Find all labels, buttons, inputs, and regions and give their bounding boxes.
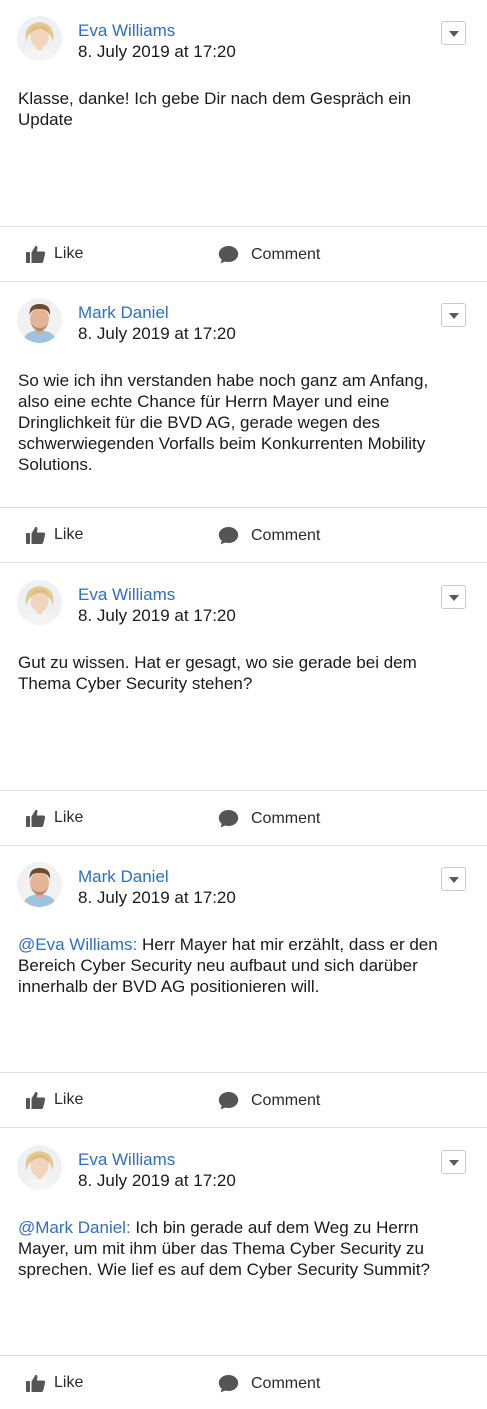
like-label: Like [54, 809, 84, 826]
divider [0, 1072, 487, 1073]
like-label: Like [54, 526, 84, 543]
like-button[interactable]: Like [26, 1374, 83, 1392]
feed-post: Mark Daniel 8. July 2019 at 17:20 So wie… [0, 282, 487, 564]
avatar-eva-williams[interactable] [17, 16, 62, 61]
thumbs-up-icon [26, 526, 46, 544]
speech-bubble-icon [218, 527, 239, 545]
author-name[interactable]: Eva Williams [78, 20, 175, 42]
chevron-down-icon [449, 313, 459, 319]
mention-link[interactable]: @Eva Williams: [18, 935, 137, 954]
comment-label: Comment [251, 245, 321, 263]
like-button[interactable]: Like [26, 809, 83, 827]
comment-button[interactable]: Comment [218, 1091, 320, 1110]
post-timestamp: 8. July 2019 at 17:20 [78, 888, 236, 907]
speech-bubble-icon [218, 1375, 239, 1393]
feed-post: Eva Williams 8. July 2019 at 17:20 @Mark… [0, 1129, 487, 1409]
chevron-down-icon [449, 1160, 459, 1166]
like-label: Like [54, 1091, 84, 1108]
post-body: Gut zu wissen. Hat er gesagt, wo sie ger… [18, 652, 463, 694]
comment-label: Comment [251, 526, 321, 544]
speech-bubble-icon [218, 1092, 239, 1110]
thumbs-up-icon [26, 1091, 46, 1109]
divider [0, 790, 487, 791]
like-button[interactable]: Like [26, 245, 83, 263]
divider [0, 1355, 487, 1356]
post-body: So wie ich ihn verstanden habe noch ganz… [18, 370, 463, 475]
post-text: Klasse, danke! Ich gebe Dir nach dem Ges… [18, 89, 412, 129]
avatar-mark-daniel[interactable] [17, 298, 62, 343]
speech-bubble-icon [218, 246, 239, 264]
post-body: Klasse, danke! Ich gebe Dir nach dem Ges… [18, 88, 463, 130]
avatar-eva-williams[interactable] [17, 1145, 62, 1190]
thumbs-up-icon [26, 245, 46, 263]
like-label: Like [54, 1374, 84, 1391]
post-menu-button[interactable] [441, 21, 466, 45]
chevron-down-icon [449, 595, 459, 601]
comment-button[interactable]: Comment [218, 526, 320, 545]
comment-label: Comment [251, 1374, 321, 1392]
post-menu-button[interactable] [441, 867, 466, 891]
thumbs-up-icon [26, 809, 46, 827]
comment-button[interactable]: Comment [218, 1374, 320, 1393]
post-body: @Eva Williams: Herr Mayer hat mir erzähl… [18, 934, 463, 997]
post-menu-button[interactable] [441, 585, 466, 609]
like-label: Like [54, 245, 84, 262]
post-timestamp: 8. July 2019 at 17:20 [78, 42, 236, 61]
speech-bubble-icon [218, 810, 239, 828]
post-timestamp: 8. July 2019 at 17:20 [78, 606, 236, 625]
comment-label: Comment [251, 809, 321, 827]
divider [0, 1127, 487, 1128]
avatar-eva-williams[interactable] [17, 580, 62, 625]
avatar-mark-daniel[interactable] [17, 862, 62, 907]
post-menu-button[interactable] [441, 1150, 466, 1174]
post-timestamp: 8. July 2019 at 17:20 [78, 1171, 236, 1190]
author-name[interactable]: Mark Daniel [78, 302, 169, 324]
post-text: Gut zu wissen. Hat er gesagt, wo sie ger… [18, 653, 417, 693]
comment-button[interactable]: Comment [218, 809, 320, 828]
author-name[interactable]: Eva Williams [78, 584, 175, 606]
like-button[interactable]: Like [26, 526, 83, 544]
author-name[interactable]: Mark Daniel [78, 866, 169, 888]
chevron-down-icon [449, 31, 459, 37]
post-menu-button[interactable] [441, 303, 466, 327]
comment-label: Comment [251, 1091, 321, 1109]
post-timestamp: 8. July 2019 at 17:20 [78, 324, 236, 343]
divider [0, 562, 487, 563]
mention-link[interactable]: @Mark Daniel: [18, 1218, 131, 1237]
like-button[interactable]: Like [26, 1091, 83, 1109]
feed-post: Eva Williams 8. July 2019 at 17:20 Gut z… [0, 564, 487, 846]
divider [0, 507, 487, 508]
post-body: @Mark Daniel: Ich bin gerade auf dem Weg… [18, 1217, 463, 1280]
feed-post: Mark Daniel 8. July 2019 at 17:20 @Eva W… [0, 846, 487, 1128]
chevron-down-icon [449, 877, 459, 883]
thumbs-up-icon [26, 1374, 46, 1392]
post-text: So wie ich ihn verstanden habe noch ganz… [18, 371, 429, 474]
comment-button[interactable]: Comment [218, 245, 320, 264]
divider [0, 226, 487, 227]
author-name[interactable]: Eva Williams [78, 1149, 175, 1171]
feed-post: Eva Williams 8. July 2019 at 17:20 Klass… [0, 0, 487, 282]
